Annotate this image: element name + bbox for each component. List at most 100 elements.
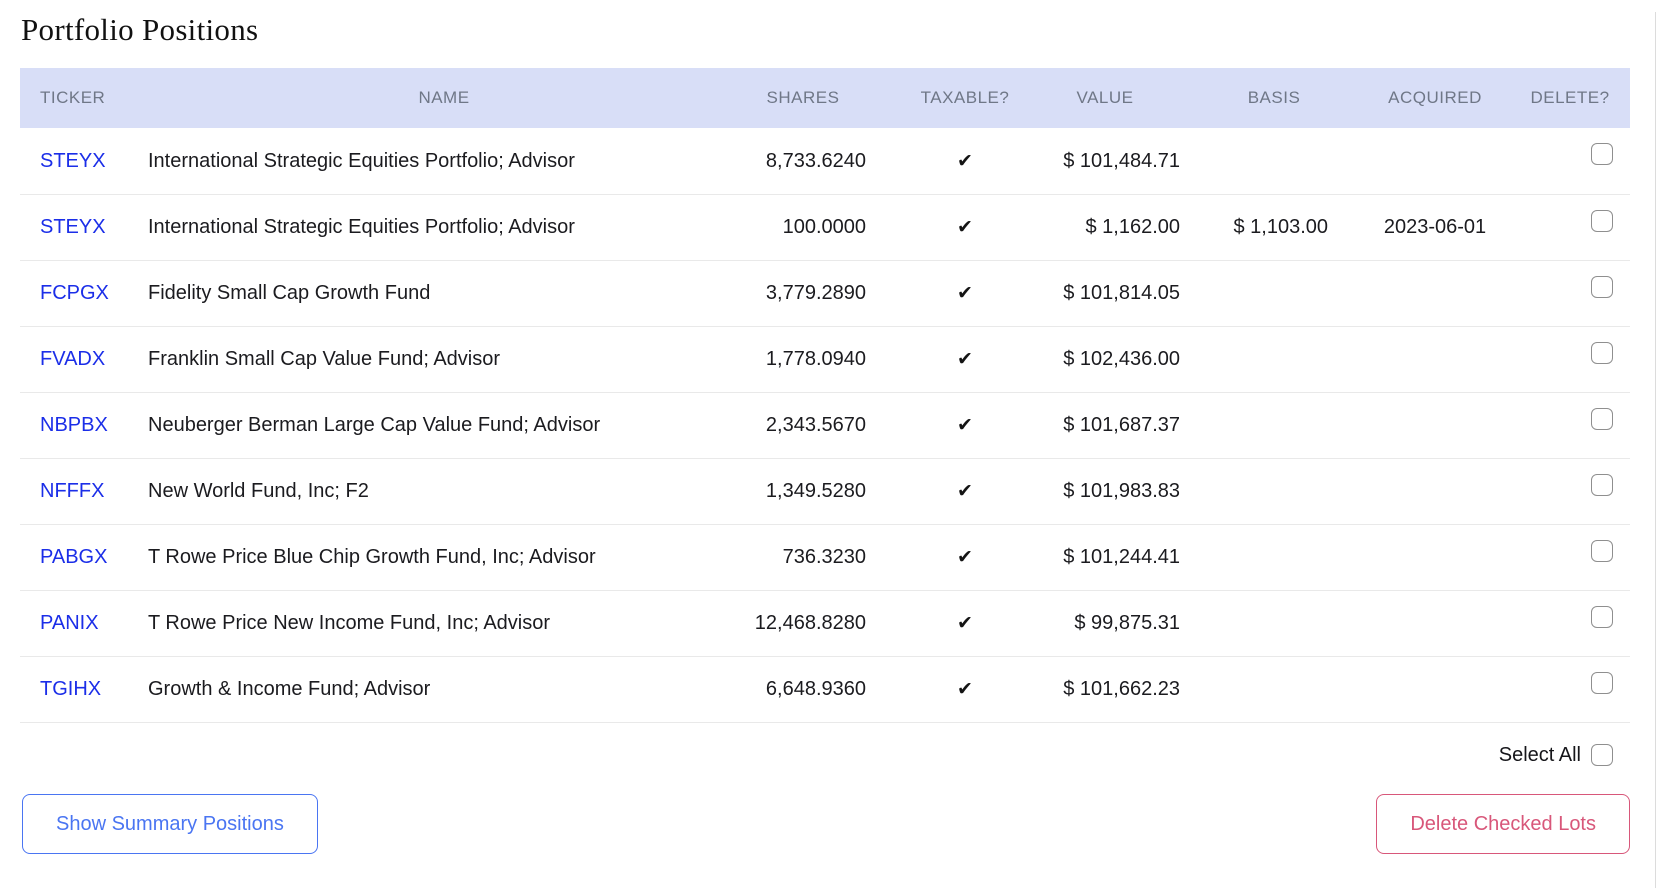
delete-checkbox[interactable]	[1591, 671, 1613, 694]
basis-value: $ 1,103.00	[1233, 216, 1328, 238]
column-header-shares: SHARES	[766, 88, 840, 107]
delete-checkbox[interactable]	[1591, 473, 1613, 496]
delete-checked-button[interactable]: Delete Checked Lots	[1376, 794, 1630, 854]
fund-name: International Strategic Equities Portfol…	[148, 149, 575, 172]
market-value: $ 101,484.71	[1063, 149, 1180, 172]
delete-checkbox[interactable]	[1591, 341, 1613, 364]
page-right-border	[1655, 12, 1656, 888]
fund-name: Neuberger Berman Large Cap Value Fund; A…	[148, 414, 601, 436]
ticker-link[interactable]: NBPBX	[40, 414, 108, 437]
table-row: STEYX International Strategic Equities P…	[20, 128, 1630, 194]
select-all-row: Select All	[20, 723, 1630, 787]
fund-name: Fidelity Small Cap Growth Fund	[148, 282, 431, 304]
select-all-label: Select All	[1498, 743, 1581, 766]
basis-value	[1220, 261, 1360, 326]
basis-value	[1220, 459, 1360, 524]
basis-value	[1220, 591, 1360, 656]
basis-value	[1220, 327, 1360, 392]
basis-value	[1220, 657, 1360, 722]
fund-name: International Strategic Equities Portfol…	[148, 216, 575, 238]
taxable-checkmark-icon: ✔	[957, 150, 973, 172]
shares-value: 736.3230	[782, 546, 866, 568]
market-value: $ 101,983.83	[1063, 480, 1180, 502]
delete-checkbox[interactable]	[1591, 407, 1613, 430]
taxable-checkmark-icon: ✔	[957, 415, 973, 436]
delete-checkbox[interactable]	[1591, 209, 1613, 232]
shares-value: 1,349.5280	[765, 480, 866, 502]
acquired-date	[1360, 657, 1510, 722]
table-body: STEYX International Strategic Equities P…	[20, 128, 1630, 723]
market-value: $ 102,436.00	[1063, 348, 1180, 370]
shares-value: 6,648.9360	[765, 678, 866, 700]
delete-checkbox[interactable]	[1591, 275, 1613, 298]
market-value: $ 1,162.00	[1085, 216, 1180, 238]
column-header-taxable: TAXABLE?	[920, 88, 1010, 107]
shares-value: 100.0000	[782, 216, 866, 238]
taxable-checkmark-icon: ✔	[957, 481, 973, 502]
taxable-checkmark-icon: ✔	[957, 217, 973, 238]
ticker-link[interactable]: STEYX	[40, 150, 106, 173]
fund-name: T Rowe Price Blue Chip Growth Fund, Inc;…	[148, 546, 596, 568]
ticker-link[interactable]: PANIX	[40, 612, 99, 635]
delete-checkbox[interactable]	[1591, 605, 1613, 628]
table-row: PANIX T Rowe Price New Income Fund, Inc;…	[20, 590, 1630, 656]
basis-value	[1220, 525, 1360, 590]
table-row: TGIHX Growth & Income Fund; Advisor 6,64…	[20, 656, 1630, 722]
market-value: $ 101,814.05	[1063, 282, 1180, 304]
fund-name: Franklin Small Cap Value Fund; Advisor	[148, 348, 501, 370]
column-header-delete: DELETE?	[1530, 88, 1610, 107]
shares-value: 12,468.8280	[754, 612, 866, 634]
table-row: FCPGX Fidelity Small Cap Growth Fund 3,7…	[20, 260, 1630, 326]
table-row: NBPBX Neuberger Berman Large Cap Value F…	[20, 392, 1630, 458]
shares-value: 8,733.6240	[765, 149, 866, 172]
show-summary-button[interactable]: Show Summary Positions	[22, 794, 318, 854]
table-row: PABGX T Rowe Price Blue Chip Growth Fund…	[20, 524, 1630, 590]
column-header-basis: BASIS	[1247, 88, 1301, 107]
shares-value: 3,779.2890	[765, 282, 866, 304]
delete-checkbox[interactable]	[1591, 143, 1613, 165]
table-header-row: TICKER NAME SHARES TAXABLE? VALUE BASIS …	[20, 68, 1630, 128]
basis-value	[1220, 128, 1360, 194]
column-header-name: NAME	[418, 88, 470, 107]
positions-table: TICKER NAME SHARES TAXABLE? VALUE BASIS …	[20, 68, 1630, 787]
acquired-date	[1360, 128, 1510, 194]
acquired-date	[1360, 261, 1510, 326]
acquired-date: 2023-06-01	[1383, 216, 1487, 238]
ticker-link[interactable]: FCPGX	[40, 282, 109, 305]
taxable-checkmark-icon: ✔	[957, 283, 973, 304]
market-value: $ 99,875.31	[1074, 612, 1180, 634]
taxable-checkmark-icon: ✔	[957, 547, 973, 568]
ticker-link[interactable]: FVADX	[40, 348, 105, 371]
acquired-date	[1360, 393, 1510, 458]
action-buttons-row: Show Summary Positions Delete Checked Lo…	[22, 794, 1630, 854]
shares-value: 1,778.0940	[765, 348, 866, 370]
acquired-date	[1360, 591, 1510, 656]
taxable-checkmark-icon: ✔	[957, 613, 973, 634]
column-header-value: VALUE	[1076, 88, 1134, 107]
select-all-checkbox[interactable]	[1591, 744, 1613, 766]
ticker-link[interactable]: PABGX	[40, 546, 107, 569]
shares-value: 2,343.5670	[765, 414, 866, 436]
ticker-link[interactable]: NFFFX	[40, 480, 104, 503]
column-header-ticker: TICKER	[40, 88, 106, 107]
market-value: $ 101,687.37	[1063, 414, 1180, 436]
fund-name: Growth & Income Fund; Advisor	[148, 678, 431, 700]
page-title: Portfolio Positions	[21, 12, 259, 47]
table-row: FVADX Franklin Small Cap Value Fund; Adv…	[20, 326, 1630, 392]
acquired-date	[1360, 327, 1510, 392]
acquired-date	[1360, 525, 1510, 590]
market-value: $ 101,244.41	[1063, 546, 1180, 568]
taxable-checkmark-icon: ✔	[957, 349, 973, 370]
table-row: STEYX International Strategic Equities P…	[20, 194, 1630, 260]
market-value: $ 101,662.23	[1063, 678, 1180, 700]
table-row: NFFFX New World Fund, Inc; F2 1,349.5280…	[20, 458, 1630, 524]
fund-name: New World Fund, Inc; F2	[148, 480, 369, 502]
delete-checkbox[interactable]	[1591, 539, 1613, 562]
acquired-date	[1360, 459, 1510, 524]
ticker-link[interactable]: TGIHX	[40, 678, 101, 701]
fund-name: T Rowe Price New Income Fund, Inc; Advis…	[148, 612, 551, 634]
taxable-checkmark-icon: ✔	[957, 679, 973, 700]
basis-value	[1220, 393, 1360, 458]
ticker-link[interactable]: STEYX	[40, 216, 106, 239]
column-header-acquired: ACQUIRED	[1388, 88, 1482, 107]
